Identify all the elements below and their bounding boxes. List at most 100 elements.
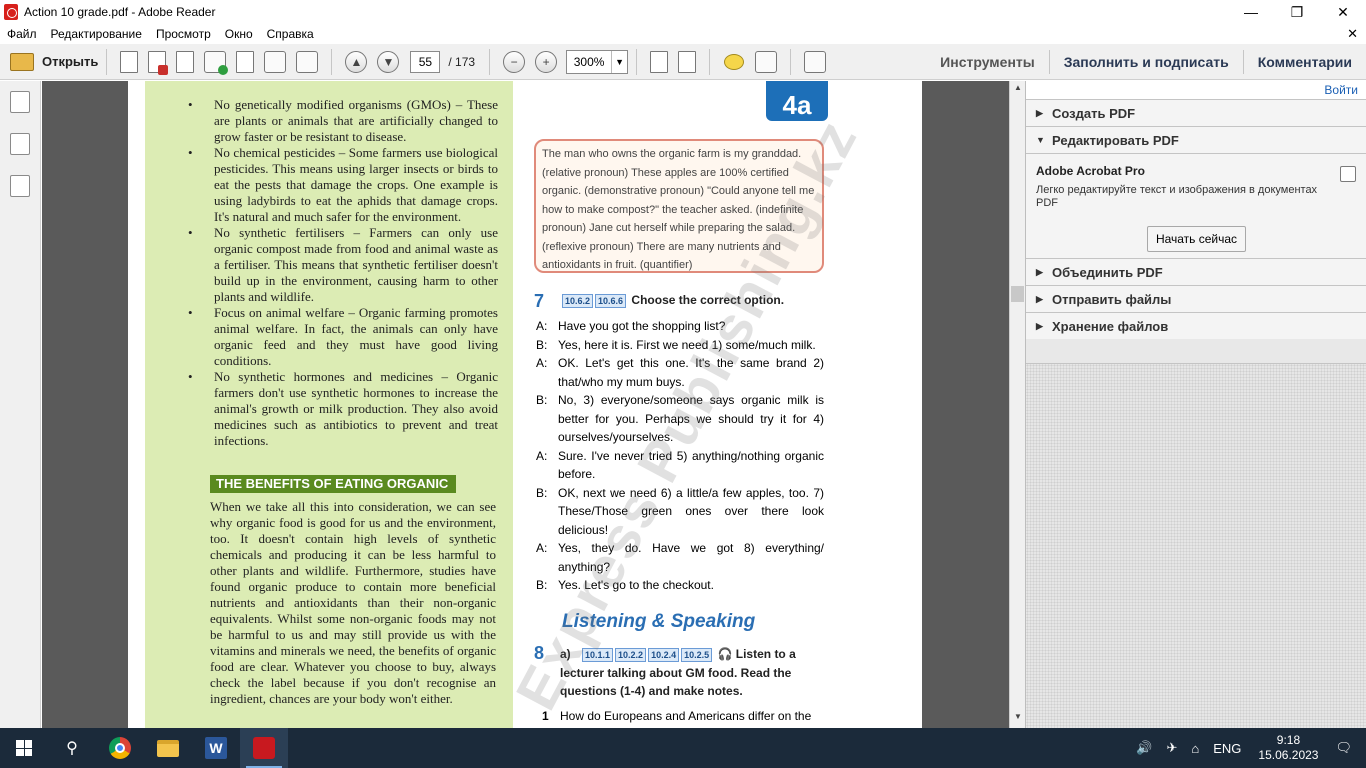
section-paragraph: When we take all this into consideration…: [210, 499, 496, 706]
list-item: No synthetic fertilisers – Farmers can o…: [188, 225, 498, 305]
menu-edit[interactable]: Редактирование: [51, 27, 142, 41]
edit-pdf-icon[interactable]: [176, 50, 195, 73]
open-button[interactable]: Открыть: [10, 47, 98, 77]
expand-arrow-icon: ▶: [1036, 320, 1043, 331]
menu-window[interactable]: Окно: [225, 27, 253, 41]
system-tray: 🔊 ✈ ⌂ ENG 9:18 15.06.2023 🗨: [1129, 728, 1366, 768]
comment-icon[interactable]: [724, 53, 745, 70]
section-label: Объединить PDF: [1052, 264, 1163, 280]
section-send-files[interactable]: ▶ Отправить файлы: [1026, 285, 1366, 312]
scroll-thumb[interactable]: [1011, 286, 1024, 302]
explorer-taskbar-button[interactable]: [144, 728, 192, 768]
window-controls: — ❐ ✕: [1228, 0, 1366, 24]
list-item: No synthetic hormones and medicines – Or…: [188, 369, 498, 449]
speaker: A:: [536, 319, 548, 333]
minimize-button[interactable]: —: [1228, 0, 1274, 24]
clock-date: 15.06.2023: [1258, 748, 1319, 762]
menu-file[interactable]: Файл: [7, 27, 37, 41]
previous-page-icon[interactable]: ▲: [345, 50, 368, 73]
windows-icon: [16, 740, 32, 756]
bookmarks-icon[interactable]: [10, 133, 30, 155]
create-pdf-icon[interactable]: [120, 50, 139, 73]
headphones-icon: 🎧: [717, 647, 733, 661]
product-description: Легко редактируйте текст и изображения в…: [1036, 184, 1318, 209]
close-document-icon[interactable]: ✕: [1347, 26, 1358, 42]
word-taskbar-button[interactable]: W: [192, 728, 240, 768]
search-button[interactable]: ⚲: [48, 728, 96, 768]
list-item: Focus on animal welfare – Organic farmin…: [188, 305, 498, 369]
airplane-mode-icon[interactable]: ✈: [1166, 740, 1177, 756]
navigation-pane: [0, 81, 41, 728]
fullscreen-icon[interactable]: [804, 50, 827, 73]
email-icon[interactable]: [296, 50, 319, 73]
zoom-out-icon[interactable]: −: [503, 50, 526, 73]
tools-panel: Войти ▶ Создать PDF ▼ Редактировать PDF Ad…: [1025, 81, 1366, 728]
speaker: A:: [536, 448, 548, 463]
next-page-icon[interactable]: ▼: [377, 50, 400, 73]
fit-page-icon[interactable]: [678, 50, 697, 73]
page-total: / 173: [448, 54, 476, 69]
section-store-files[interactable]: ▶ Хранение файлов: [1026, 312, 1366, 339]
word-icon: W: [205, 737, 227, 759]
folder-icon: [157, 739, 179, 757]
tools-tab[interactable]: Инструменты: [926, 50, 1049, 74]
section-label: Создать PDF: [1052, 105, 1136, 121]
start-now-button[interactable]: Начать сейчас: [1147, 226, 1246, 252]
fill-sign-tab[interactable]: Заполнить и подписать: [1048, 50, 1243, 74]
print-icon[interactable]: [264, 50, 287, 73]
chrome-taskbar-button[interactable]: [96, 728, 144, 768]
separator: [790, 48, 792, 75]
start-button[interactable]: [0, 728, 48, 768]
clock[interactable]: 9:18 15.06.2023: [1258, 733, 1318, 763]
chevron-down-icon[interactable]: ▼: [611, 50, 627, 73]
separator: [709, 48, 711, 75]
curriculum-tag: 10.6.6: [595, 294, 627, 308]
separator: [331, 48, 333, 75]
open-label: Открыть: [42, 54, 99, 69]
volume-icon[interactable]: 🔊: [1136, 740, 1152, 756]
notifications-icon[interactable]: 🗨: [1335, 740, 1352, 756]
curriculum-tag: 10.2.2: [615, 648, 647, 662]
network-icon[interactable]: ⌂: [1191, 741, 1199, 756]
adobe-reader-taskbar-button[interactable]: [240, 728, 288, 768]
vertical-scrollbar[interactable]: ▲ ▼: [1009, 81, 1025, 728]
menu-help[interactable]: Справка: [267, 27, 314, 41]
scroll-down-icon[interactable]: ▼: [1010, 712, 1026, 726]
login-link[interactable]: Войти: [1324, 83, 1358, 97]
expand-arrow-icon: ▶: [1036, 107, 1043, 118]
zoom-value: 300%: [573, 54, 605, 69]
question-text: How do Europeans and Americans differ on…: [560, 709, 812, 723]
export-pdf-icon[interactable]: [148, 50, 169, 75]
window-title: Action 10 grade.pdf - Adobe Reader: [24, 5, 216, 19]
menu-bar: Файл Редактирование Просмотр Окно Справк…: [0, 24, 1366, 44]
highlight-icon[interactable]: [755, 50, 778, 73]
section-combine-pdf[interactable]: ▶ Объединить PDF: [1026, 258, 1366, 285]
zoom-select[interactable]: 300% ▼: [566, 49, 629, 74]
organic-bullet-list: No genetically modified organisms (GMOs)…: [188, 97, 498, 449]
save-icon[interactable]: [236, 50, 255, 73]
curriculum-tag: 10.6.2: [562, 294, 594, 308]
scroll-up-icon[interactable]: ▲: [1010, 83, 1026, 97]
collapse-arrow-icon: ▼: [1036, 135, 1045, 145]
close-button[interactable]: ✕: [1320, 0, 1366, 24]
pdf-page: No genetically modified organisms (GMOs)…: [128, 81, 922, 728]
menu-view[interactable]: Просмотр: [156, 27, 211, 41]
zoom-in-icon[interactable]: +: [535, 50, 558, 73]
section-label: Хранение файлов: [1052, 318, 1169, 334]
fit-width-icon[interactable]: [650, 50, 669, 73]
expand-arrow-icon: ▶: [1036, 293, 1043, 304]
section-edit-pdf[interactable]: ▼ Редактировать PDF: [1026, 126, 1366, 153]
acrobat-pro-icon: [1340, 166, 1356, 182]
page-thumbnails-icon[interactable]: [10, 91, 30, 113]
curriculum-tag: 10.2.4: [648, 648, 680, 662]
upload-cloud-icon[interactable]: [204, 50, 229, 75]
list-item: No genetically modified organisms (GMOs)…: [188, 97, 498, 145]
section-create-pdf[interactable]: ▶ Создать PDF: [1026, 99, 1366, 126]
document-viewer[interactable]: No genetically modified organisms (GMOs)…: [42, 81, 1009, 728]
page-number-input[interactable]: 55: [410, 50, 441, 73]
attachments-icon[interactable]: [10, 175, 30, 197]
restore-button[interactable]: ❐: [1274, 0, 1320, 24]
speaker: A:: [536, 356, 548, 370]
comments-tab[interactable]: Комментарии: [1242, 50, 1366, 74]
language-indicator[interactable]: ENG: [1213, 741, 1241, 756]
